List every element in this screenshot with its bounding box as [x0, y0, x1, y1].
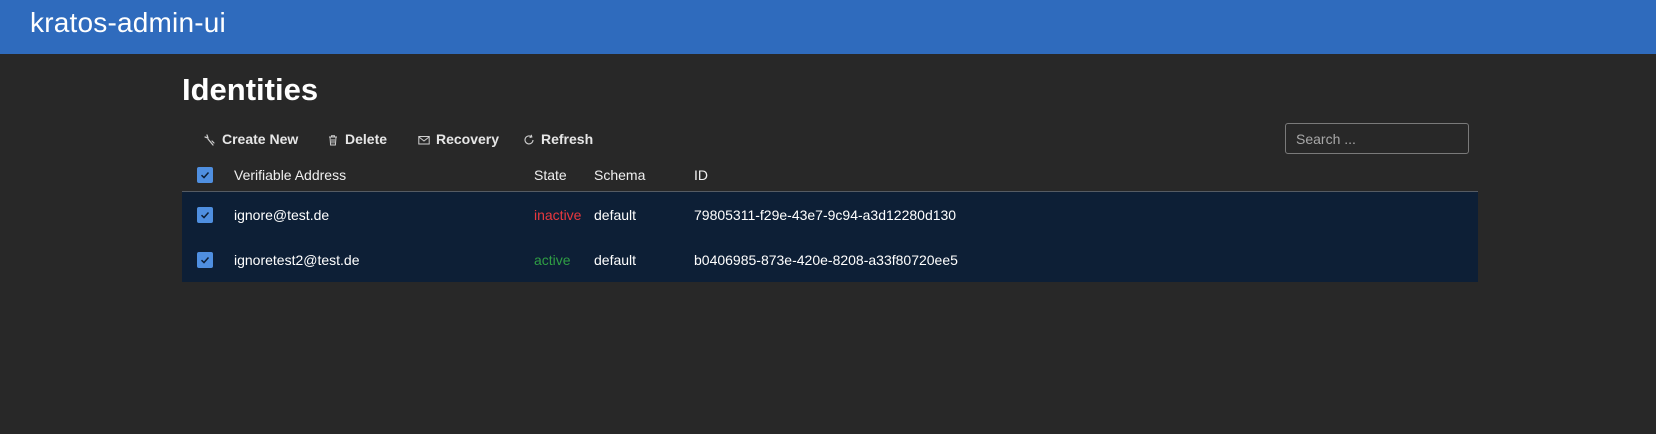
page-title: Identities — [182, 72, 319, 107]
checkmark-icon — [200, 211, 210, 219]
refresh-button[interactable]: Refresh — [523, 128, 593, 150]
app-title[interactable]: kratos-admin-ui — [30, 7, 226, 39]
identities-table: Verifiable Address State Schema ID ignor… — [182, 158, 1478, 282]
column-header-schema[interactable]: Schema — [594, 167, 645, 183]
create-new-button[interactable]: Create New — [204, 128, 298, 150]
row-state: inactive — [534, 206, 582, 223]
row-checkbox[interactable] — [197, 251, 213, 268]
refresh-label: Refresh — [541, 131, 594, 147]
sparkle-icon — [204, 133, 216, 146]
row-schema: default — [594, 251, 637, 268]
row-state: active — [534, 251, 571, 268]
row-id: b0406985-873e-420e-8208-a33f80720ee5 — [694, 251, 958, 268]
checkmark-icon — [200, 171, 210, 179]
trash-icon — [327, 133, 339, 146]
column-header-address[interactable]: Verifiable Address — [234, 167, 346, 183]
delete-label: Delete — [345, 131, 388, 147]
table-row[interactable]: ignore@test.de inactive default 79805311… — [182, 192, 1478, 237]
table-row[interactable]: ignoretest2@test.de active default b0406… — [182, 237, 1478, 282]
recovery-button[interactable]: Recovery — [418, 128, 499, 150]
app-header: kratos-admin-ui — [0, 0, 1656, 54]
delete-button[interactable]: Delete — [327, 128, 387, 150]
refresh-icon — [523, 133, 535, 145]
table-header: Verifiable Address State Schema ID — [182, 158, 1478, 192]
envelope-icon — [418, 133, 430, 145]
recovery-label: Recovery — [436, 131, 500, 147]
select-all-checkbox[interactable] — [197, 166, 213, 183]
row-checkbox[interactable] — [197, 206, 213, 223]
column-header-id[interactable]: ID — [694, 167, 708, 183]
row-address: ignoretest2@test.de — [234, 251, 360, 268]
search-input[interactable] — [1285, 123, 1469, 154]
create-new-label: Create New — [222, 131, 299, 147]
row-address: ignore@test.de — [234, 206, 330, 223]
row-id: 79805311-f29e-43e7-9c94-a3d12280d130 — [694, 206, 957, 223]
row-schema: default — [594, 206, 637, 223]
column-header-state[interactable]: State — [534, 167, 567, 183]
checkmark-icon — [200, 256, 210, 264]
